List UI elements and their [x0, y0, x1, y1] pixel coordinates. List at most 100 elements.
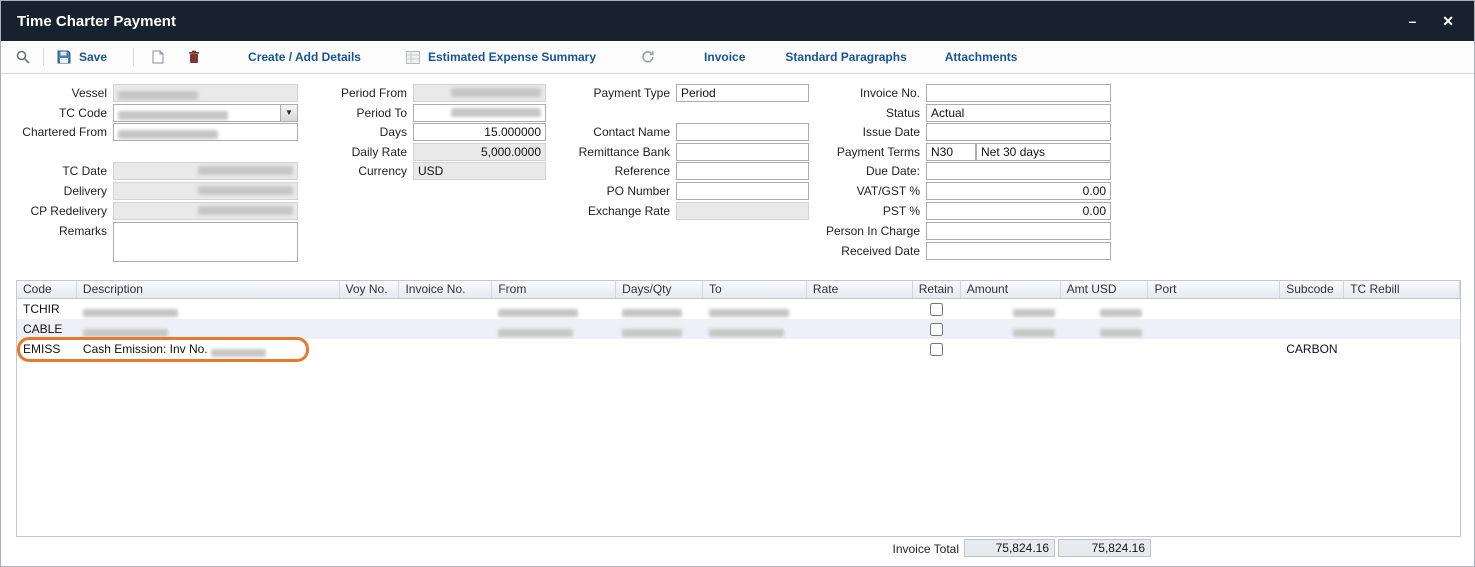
field-row-person-in-charge: Person In Charge [791, 222, 1111, 240]
redacted-value [451, 108, 541, 117]
remittance-bank-label: Remittance Bank [541, 143, 676, 159]
due-date-input[interactable] [926, 162, 1111, 180]
delivery-input[interactable] [113, 182, 298, 200]
cell-retain [913, 339, 961, 359]
col-voy-no[interactable]: Voy No. [340, 281, 400, 298]
tc-code-select[interactable]: ▼ [113, 104, 298, 122]
col-amt-usd[interactable]: Amt USD [1061, 281, 1149, 298]
save-button[interactable]: Save [54, 47, 107, 67]
retain-checkbox[interactable] [930, 343, 943, 356]
remittance-bank-input[interactable] [676, 143, 809, 161]
col-description[interactable]: Description [77, 281, 340, 298]
col-port[interactable]: Port [1148, 281, 1280, 298]
invoice-button[interactable]: Invoice [704, 50, 745, 64]
cell-retain [913, 319, 961, 339]
daily-rate-input[interactable]: 5,000.0000 [413, 143, 546, 161]
invoice-no-input[interactable] [926, 84, 1111, 102]
contact-name-label: Contact Name [541, 123, 676, 139]
exchange-rate-label: Exchange Rate [541, 202, 676, 218]
cell-description [77, 299, 340, 319]
reference-input[interactable] [676, 162, 809, 180]
redacted-value [451, 88, 541, 97]
issue-date-input[interactable] [926, 123, 1111, 141]
status-input[interactable]: Actual [926, 104, 1111, 122]
status-label: Status [791, 104, 926, 120]
cell-description [77, 319, 340, 339]
close-button[interactable]: ✕ [1442, 14, 1454, 28]
field-row-due-date: Due Date: [791, 162, 1111, 180]
exchange-rate-input[interactable] [676, 202, 809, 220]
delete-icon[interactable] [184, 47, 204, 67]
vat-gst-input[interactable]: 0.00 [926, 182, 1111, 200]
contact-name-input[interactable] [676, 123, 809, 141]
field-row-exchange-rate: Exchange Rate [541, 202, 809, 220]
payment-terms-code-input[interactable]: N30 [926, 143, 976, 161]
cell-retain [913, 299, 961, 319]
col-tc-rebill[interactable]: TC Rebill [1344, 281, 1460, 298]
redacted-value [198, 206, 293, 215]
line-items-table: Code Description Voy No. Invoice No. Fro… [16, 280, 1461, 537]
period-to-label: Period To [293, 104, 413, 120]
field-row-contact-name: Contact Name [541, 123, 809, 141]
payment-terms-description-input[interactable]: Net 30 days [976, 143, 1111, 161]
cell-amt-usd [1061, 339, 1149, 359]
cell-voy-no [340, 339, 400, 359]
standard-paragraphs-button[interactable]: Standard Paragraphs [785, 50, 906, 64]
col-amount[interactable]: Amount [961, 281, 1061, 298]
create-add-details-button[interactable]: Create / Add Details [248, 50, 361, 64]
retain-checkbox[interactable] [930, 323, 943, 336]
redacted-value [83, 309, 178, 317]
retain-checkbox[interactable] [930, 303, 943, 316]
payment-type-input[interactable]: Period [676, 84, 809, 102]
table-header: Code Description Voy No. Invoice No. Fro… [17, 281, 1460, 299]
redacted-value [1013, 309, 1055, 317]
redacted-value [1013, 329, 1055, 337]
col-from[interactable]: From [492, 281, 616, 298]
cell-subcode: CARBON [1280, 339, 1344, 359]
tc-date-input[interactable] [113, 162, 298, 180]
field-row-period-from: Period From [293, 84, 546, 102]
field-row-remarks: Remarks [16, 222, 298, 262]
col-retain[interactable]: Retain [913, 281, 961, 298]
redacted-value [498, 309, 578, 317]
cp-redelivery-input[interactable] [113, 202, 298, 220]
attachments-button[interactable]: Attachments [945, 50, 1018, 64]
col-code[interactable]: Code [17, 281, 77, 298]
toolbar-separator [43, 48, 44, 66]
cell-tc-rebill [1344, 339, 1460, 359]
table-row-emiss[interactable]: EMISS Cash Emission: Inv No. CARBON [17, 339, 1460, 359]
refresh-icon[interactable] [638, 47, 658, 67]
estimated-expense-summary-button[interactable]: Estimated Expense Summary [403, 47, 596, 67]
po-number-input[interactable] [676, 182, 809, 200]
col-invoice-no[interactable]: Invoice No. [399, 281, 492, 298]
received-date-input[interactable] [926, 242, 1111, 260]
chartered-from-input[interactable] [113, 123, 298, 141]
copy-icon[interactable] [148, 47, 168, 67]
table-row-cable[interactable]: CABLE [17, 319, 1460, 339]
minimize-button[interactable]: – [1408, 14, 1416, 28]
redacted-value [1100, 329, 1142, 337]
period-from-input[interactable] [413, 84, 546, 102]
tc-date-label: TC Date [16, 162, 113, 178]
col-days-qty[interactable]: Days/Qty [616, 281, 703, 298]
person-in-charge-input[interactable] [926, 222, 1111, 240]
cell-from [492, 339, 616, 359]
redacted-value [211, 349, 266, 357]
cell-tc-rebill [1344, 299, 1460, 319]
search-icon[interactable] [13, 47, 33, 67]
col-rate[interactable]: Rate [807, 281, 913, 298]
table-row-tchir[interactable]: TCHIR [17, 299, 1460, 319]
pst-input[interactable]: 0.00 [926, 202, 1111, 220]
toolbar: Save Create / Add Details Estimated Expe… [1, 41, 1474, 74]
remarks-input[interactable] [113, 222, 298, 262]
col-to[interactable]: To [703, 281, 807, 298]
days-input[interactable]: 15.000000 [413, 123, 546, 141]
redacted-value [118, 130, 218, 139]
cell-tc-rebill [1344, 319, 1460, 339]
col-subcode[interactable]: Subcode [1280, 281, 1344, 298]
period-to-input[interactable] [413, 104, 546, 122]
cell-port [1148, 339, 1280, 359]
vessel-input[interactable] [113, 84, 298, 102]
currency-input[interactable]: USD [413, 162, 546, 180]
redacted-value [498, 329, 573, 337]
